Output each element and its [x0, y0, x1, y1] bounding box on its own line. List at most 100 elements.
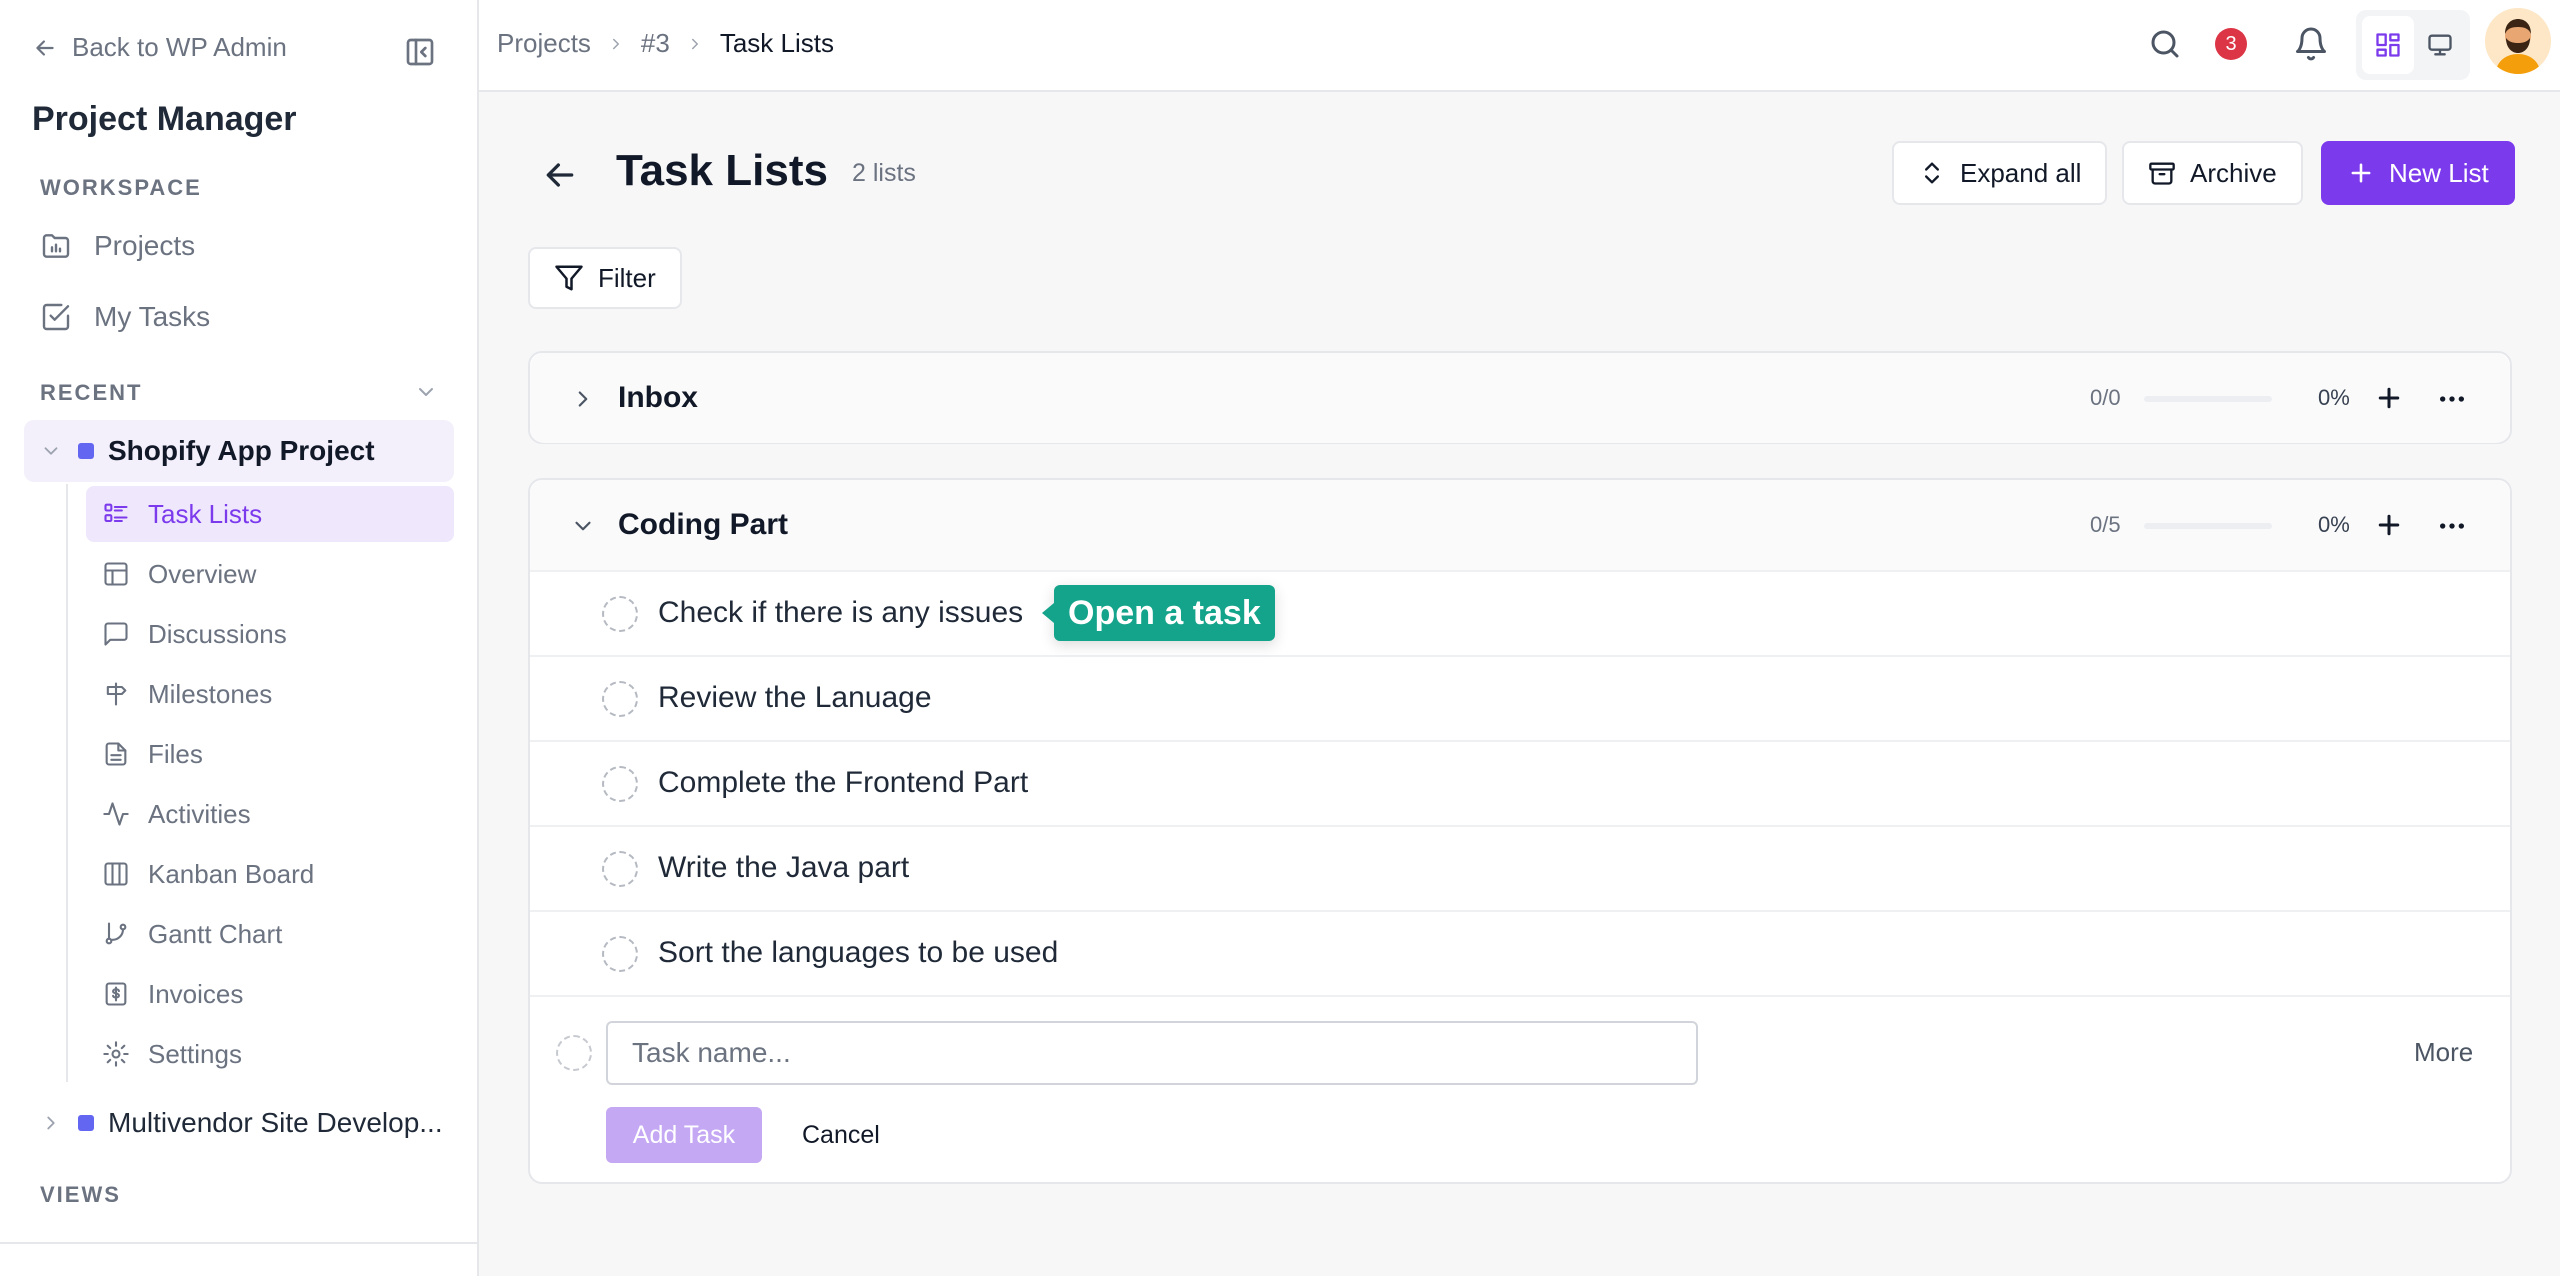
notification-count-badge[interactable]: 3 [2215, 28, 2247, 60]
chevron-down-icon[interactable] [40, 440, 62, 462]
layout-icon [104, 562, 128, 586]
avatar[interactable] [2485, 8, 2551, 74]
add-task-plus-icon[interactable] [2374, 510, 2404, 540]
task-title[interactable]: Complete the Frontend Part [658, 766, 1028, 800]
sidebar-item-task-lists[interactable]: Task Lists [86, 486, 454, 542]
dashboard-view-button[interactable] [2362, 16, 2414, 74]
task-complete-checkbox[interactable] [602, 766, 638, 802]
breadcrumb: Projects #3 Task Lists [497, 28, 834, 59]
list-name: Coding Part [618, 508, 788, 541]
sidebar-item-label: Invoices [148, 978, 244, 1009]
list-progress-bar [2144, 396, 2272, 402]
message-icon [104, 622, 128, 646]
sidebar-item-milestones[interactable]: Milestones [86, 666, 454, 722]
arrow-left-icon [36, 39, 54, 56]
nav-item-projects[interactable]: Projects [40, 230, 195, 262]
sidebar-item-gantt-chart[interactable]: Gantt Chart [86, 906, 454, 962]
more-horizontal-icon[interactable] [2436, 383, 2468, 415]
project-color-dot [78, 443, 94, 459]
sidebar-item-label: Settings [148, 1038, 242, 1069]
project-color-dot [78, 1115, 94, 1131]
chevrons-up-down-icon [1925, 162, 1939, 184]
more-horizontal-icon[interactable] [2436, 510, 2468, 542]
task-complete-checkbox[interactable] [602, 681, 638, 717]
chevron-right-icon[interactable] [570, 386, 596, 412]
breadcrumb-projects[interactable]: Projects [497, 28, 591, 59]
search-icon[interactable] [2147, 26, 2183, 62]
sidebar-item-invoices[interactable]: Invoices [86, 966, 454, 1022]
archive-label: Archive [2190, 157, 2277, 188]
add-task-plus-icon[interactable] [2374, 383, 2404, 413]
expand-all-button[interactable]: Expand all [1892, 141, 2108, 205]
project-name: Shopify App Project [108, 435, 375, 466]
list-name: Inbox [618, 381, 698, 414]
task-complete-checkbox[interactable] [602, 936, 638, 972]
nav-item-label: My Tasks [94, 301, 211, 332]
open-task-tooltip: Open a task [1042, 585, 1275, 641]
task-complete-checkbox[interactable] [602, 596, 638, 632]
chevron-right-icon[interactable] [40, 1112, 62, 1134]
list-progress-ratio: 0/0 [2090, 385, 2121, 410]
archive-button[interactable]: Archive [2122, 141, 2303, 205]
new-list-button[interactable]: New List [2321, 141, 2515, 205]
task-name-input[interactable] [606, 1021, 1698, 1085]
task-title[interactable]: Review the Lanuage [658, 681, 932, 715]
nav-item-label: Projects [94, 230, 196, 261]
subnav-divider [66, 484, 68, 1082]
file-icon [105, 742, 127, 766]
task-complete-checkbox[interactable] [602, 851, 638, 887]
new-list-label: New List [2389, 157, 2489, 188]
sidebar-item-label: Activities [148, 798, 251, 829]
list-header[interactable]: Coding Part 0/5 0% [530, 480, 2510, 570]
project-item-shopify[interactable]: Shopify App Project [24, 420, 454, 482]
dollar-icon [105, 982, 127, 1006]
monitor-icon [2428, 34, 2452, 56]
chevron-right-icon [691, 38, 698, 49]
plus-icon [2351, 163, 2371, 183]
view-mode-toggle [2356, 10, 2470, 80]
desktop-view-button[interactable] [2414, 16, 2466, 74]
collapse-sidebar-icon[interactable] [404, 36, 436, 68]
task-row[interactable]: Complete the Frontend Part [530, 740, 2510, 825]
task-row[interactable]: Review the Lanuage [530, 655, 2510, 740]
add-task-button[interactable]: Add Task [606, 1107, 762, 1163]
page-title: Task Lists [616, 146, 828, 195]
cancel-button[interactable]: Cancel [802, 1121, 880, 1150]
list-count: 2 lists [852, 159, 916, 187]
task-title[interactable]: Check if there is any issues [658, 596, 1023, 630]
task-list-coding-part: Coding Part 0/5 0% Check if there is any… [528, 478, 2512, 1184]
task-row[interactable]: Write the Java part [530, 825, 2510, 910]
bell-icon[interactable] [2293, 26, 2329, 62]
more-options-link[interactable]: More [2414, 1037, 2473, 1068]
new-task-checkbox [556, 1035, 592, 1071]
sidebar-item-label: Gantt Chart [148, 918, 283, 949]
project-name: Multivendor Site Develop... [108, 1107, 443, 1138]
sidebar-item-kanban-board[interactable]: Kanban Board [86, 846, 454, 902]
task-row[interactable]: Sort the languages to be used [530, 910, 2510, 995]
sidebar-item-activities[interactable]: Activities [86, 786, 454, 842]
task-title[interactable]: Write the Java part [658, 851, 909, 885]
chevron-right-icon [612, 38, 619, 49]
sidebar-item-discussions[interactable]: Discussions [86, 606, 454, 662]
sidebar-item-label: Task Lists [148, 498, 263, 529]
task-row[interactable]: Check if there is any issues [530, 570, 2510, 655]
chevron-down-icon[interactable] [414, 380, 438, 404]
filter-button[interactable]: Filter [528, 247, 682, 309]
sidebar-item-label: Discussions [148, 618, 287, 649]
chevron-down-icon[interactable] [570, 513, 596, 539]
sidebar-item-settings[interactable]: Settings [86, 1026, 454, 1082]
breadcrumb-project-id[interactable]: #3 [641, 28, 670, 59]
project-item-multivendor[interactable]: Multivendor Site Develop... [24, 1092, 454, 1154]
grid-icon [2376, 33, 2400, 57]
back-to-wp-admin-link[interactable]: Back to WP Admin [32, 32, 287, 63]
task-title[interactable]: Sort the languages to be used [658, 936, 1058, 970]
list-header[interactable]: Inbox 0/0 0% [530, 353, 2510, 443]
activity-icon [103, 802, 129, 826]
back-arrow-icon[interactable] [540, 155, 580, 195]
breadcrumb-current: Task Lists [719, 28, 834, 58]
expand-all-label: Expand all [1960, 157, 2082, 188]
sidebar-item-overview[interactable]: Overview [86, 546, 454, 602]
list-progress-bar [2144, 523, 2272, 529]
nav-item-my-tasks[interactable]: My Tasks [40, 301, 210, 333]
sidebar-item-files[interactable]: Files [86, 726, 454, 782]
